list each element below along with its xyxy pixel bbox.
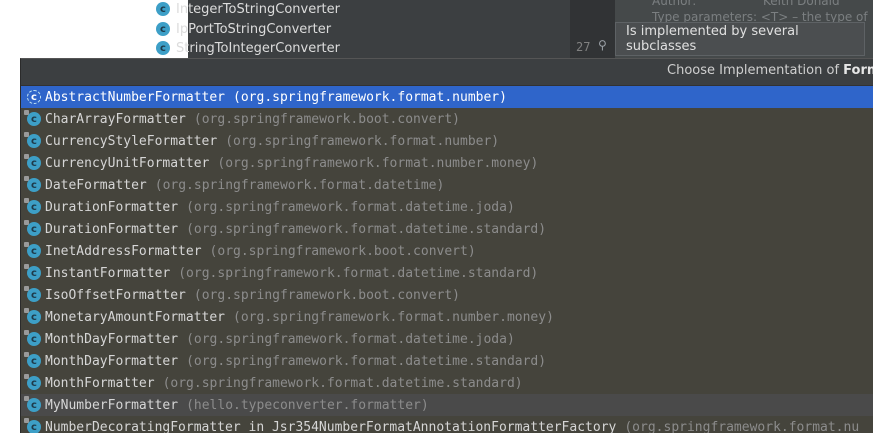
list-item[interactable]: c DateFormatter (org.springframework.forma… bbox=[21, 174, 873, 196]
package-name: (org.springframework.format.datetime.sta… bbox=[162, 375, 523, 391]
class-icon: c bbox=[24, 396, 41, 412]
implemented-gutter-icon[interactable]: ⚲ bbox=[598, 38, 607, 52]
package-name: (org.springframework.format.datetime.sta… bbox=[186, 353, 547, 369]
tree-item[interactable]: c StringToIntegerConverter bbox=[156, 39, 340, 57]
package-name: (org.springframework.boot.convert) bbox=[193, 287, 460, 303]
class-icon: c bbox=[24, 374, 41, 390]
package-name: (org.springframework.format.datetime.sta… bbox=[186, 221, 547, 237]
package-name: (org.springframework.format.number.money… bbox=[217, 155, 539, 171]
class-icon: c bbox=[24, 132, 41, 148]
tree-item-label: IntegerToStringConverter bbox=[176, 1, 340, 17]
class-name: CurrencyUnitFormatter bbox=[45, 155, 210, 171]
class-name: InetAddressFormatter bbox=[45, 243, 202, 259]
line-number: 27 bbox=[576, 40, 591, 54]
class-name: DurationFormatter bbox=[45, 221, 179, 237]
class-name: DurationFormatter bbox=[45, 199, 179, 215]
list-item[interactable]: c MyNumberFormatter (hello.typeconverter.f… bbox=[21, 394, 873, 416]
choose-implementation-popup: Choose Implementation of Forma cAbstract… bbox=[20, 58, 873, 433]
doc-author-value: Keith Donald bbox=[763, 0, 840, 8]
list-item[interactable]: c InetAddressFormatter (org.springframewor… bbox=[21, 240, 873, 262]
class-icon: c bbox=[24, 330, 41, 346]
class-name: AbstractNumberFormatter bbox=[45, 89, 226, 105]
class-icon: c bbox=[24, 176, 41, 192]
class-name: MonthDayFormatter bbox=[45, 331, 179, 347]
list-item[interactable]: c MonthDayFormatter (org.springframework.f… bbox=[21, 350, 873, 372]
list-item[interactable]: c MonetaryAmountFormatter (org.springframe… bbox=[21, 306, 873, 328]
package-name: (org.springframework.boot.convert) bbox=[193, 111, 460, 127]
class-name: CharArrayFormatter bbox=[45, 111, 186, 127]
list-item[interactable]: c MonthDayFormatter (org.springframework.f… bbox=[21, 328, 873, 350]
package-name: (org.springframework.format.datetime.sta… bbox=[178, 265, 539, 281]
class-name: DateFormatter bbox=[45, 177, 147, 193]
tree-item[interactable]: c IpPortToStringConverter bbox=[156, 20, 331, 38]
package-name: (org.springframework.format.number) bbox=[225, 133, 500, 149]
class-icon: c bbox=[156, 2, 170, 16]
package-name: (org.springframework.format.number) bbox=[233, 89, 507, 105]
tree-item-label: StringToIntegerConverter bbox=[176, 40, 340, 56]
class-name: MonthFormatter bbox=[45, 375, 155, 391]
implementation-list[interactable]: c AbstractNumberFormatter (org.springframe… bbox=[21, 86, 873, 433]
package-name: (org.springframework.boot.convert) bbox=[209, 243, 476, 259]
class-name: IsoOffsetFormatter bbox=[45, 287, 186, 303]
doc-author-label: Author: bbox=[652, 0, 697, 8]
popup-header: Choose Implementation of Forma bbox=[21, 59, 873, 86]
list-item[interactable]: c IsoOffsetFormatter (org.springframework.… bbox=[21, 284, 873, 306]
list-item[interactable]: c InstantFormatter (org.springframework.fo… bbox=[21, 262, 873, 284]
package-name: (org.springframework.format.number.money… bbox=[233, 309, 554, 325]
class-icon: c bbox=[156, 41, 170, 55]
package-name: (org.springframework.format.datetime) bbox=[154, 177, 445, 193]
class-icon: c bbox=[24, 418, 41, 433]
package-name: (org.springframework.format.datetime.jod… bbox=[186, 331, 515, 347]
list-item[interactable]: c MonthFormatter (org.springframework.form… bbox=[21, 372, 873, 394]
class-icon: c bbox=[24, 308, 41, 324]
class-name: NumberDecoratingFormatter in Jsr354Numbe… bbox=[45, 419, 617, 433]
class-icon: c bbox=[156, 22, 170, 36]
class-name: CurrencyStyleFormatter bbox=[45, 133, 218, 149]
class-icon: c bbox=[24, 154, 41, 170]
class-name: InstantFormatter bbox=[45, 265, 171, 281]
list-item[interactable]: c DurationFormatter (org.springframework.f… bbox=[21, 218, 873, 240]
list-item[interactable]: c CurrencyStyleFormatter (org.springframew… bbox=[21, 130, 873, 152]
package-name: (hello.typeconverter.formatter) bbox=[186, 397, 429, 413]
abstract-class-icon: c bbox=[27, 90, 41, 104]
list-item[interactable]: c NumberDecoratingFormatter in Jsr354Numb… bbox=[21, 416, 873, 433]
class-icon: c bbox=[24, 220, 41, 236]
list-item[interactable]: c CharArrayFormatter (org.springframework.… bbox=[21, 108, 873, 130]
tree-item-label: IpPortToStringConverter bbox=[176, 21, 332, 37]
class-icon: c bbox=[24, 352, 41, 368]
tree-item[interactable]: c IntegerToStringConverter bbox=[156, 0, 340, 18]
class-icon: c bbox=[24, 264, 41, 280]
tooltip: Is implemented by several subclasses bbox=[615, 22, 865, 56]
list-item[interactable]: c CurrencyUnitFormatter (org.springframewo… bbox=[21, 152, 873, 174]
class-icon: c bbox=[24, 198, 41, 214]
class-icon: c bbox=[24, 242, 41, 258]
class-icon: c bbox=[24, 110, 41, 126]
popup-title: Choose Implementation of Forma bbox=[667, 63, 873, 78]
class-name: MyNumberFormatter bbox=[45, 397, 179, 413]
class-icon: c bbox=[24, 286, 41, 302]
list-item[interactable]: c AbstractNumberFormatter (org.springframe… bbox=[21, 86, 873, 108]
list-item[interactable]: c DurationFormatter (org.springframework.f… bbox=[21, 196, 873, 218]
package-name: (org.springframework.format.datetime.jod… bbox=[186, 199, 515, 215]
class-name: MonthDayFormatter bbox=[45, 353, 179, 369]
class-name: MonetaryAmountFormatter bbox=[45, 309, 226, 325]
package-name: (org.springframework.format.nu bbox=[624, 419, 860, 433]
